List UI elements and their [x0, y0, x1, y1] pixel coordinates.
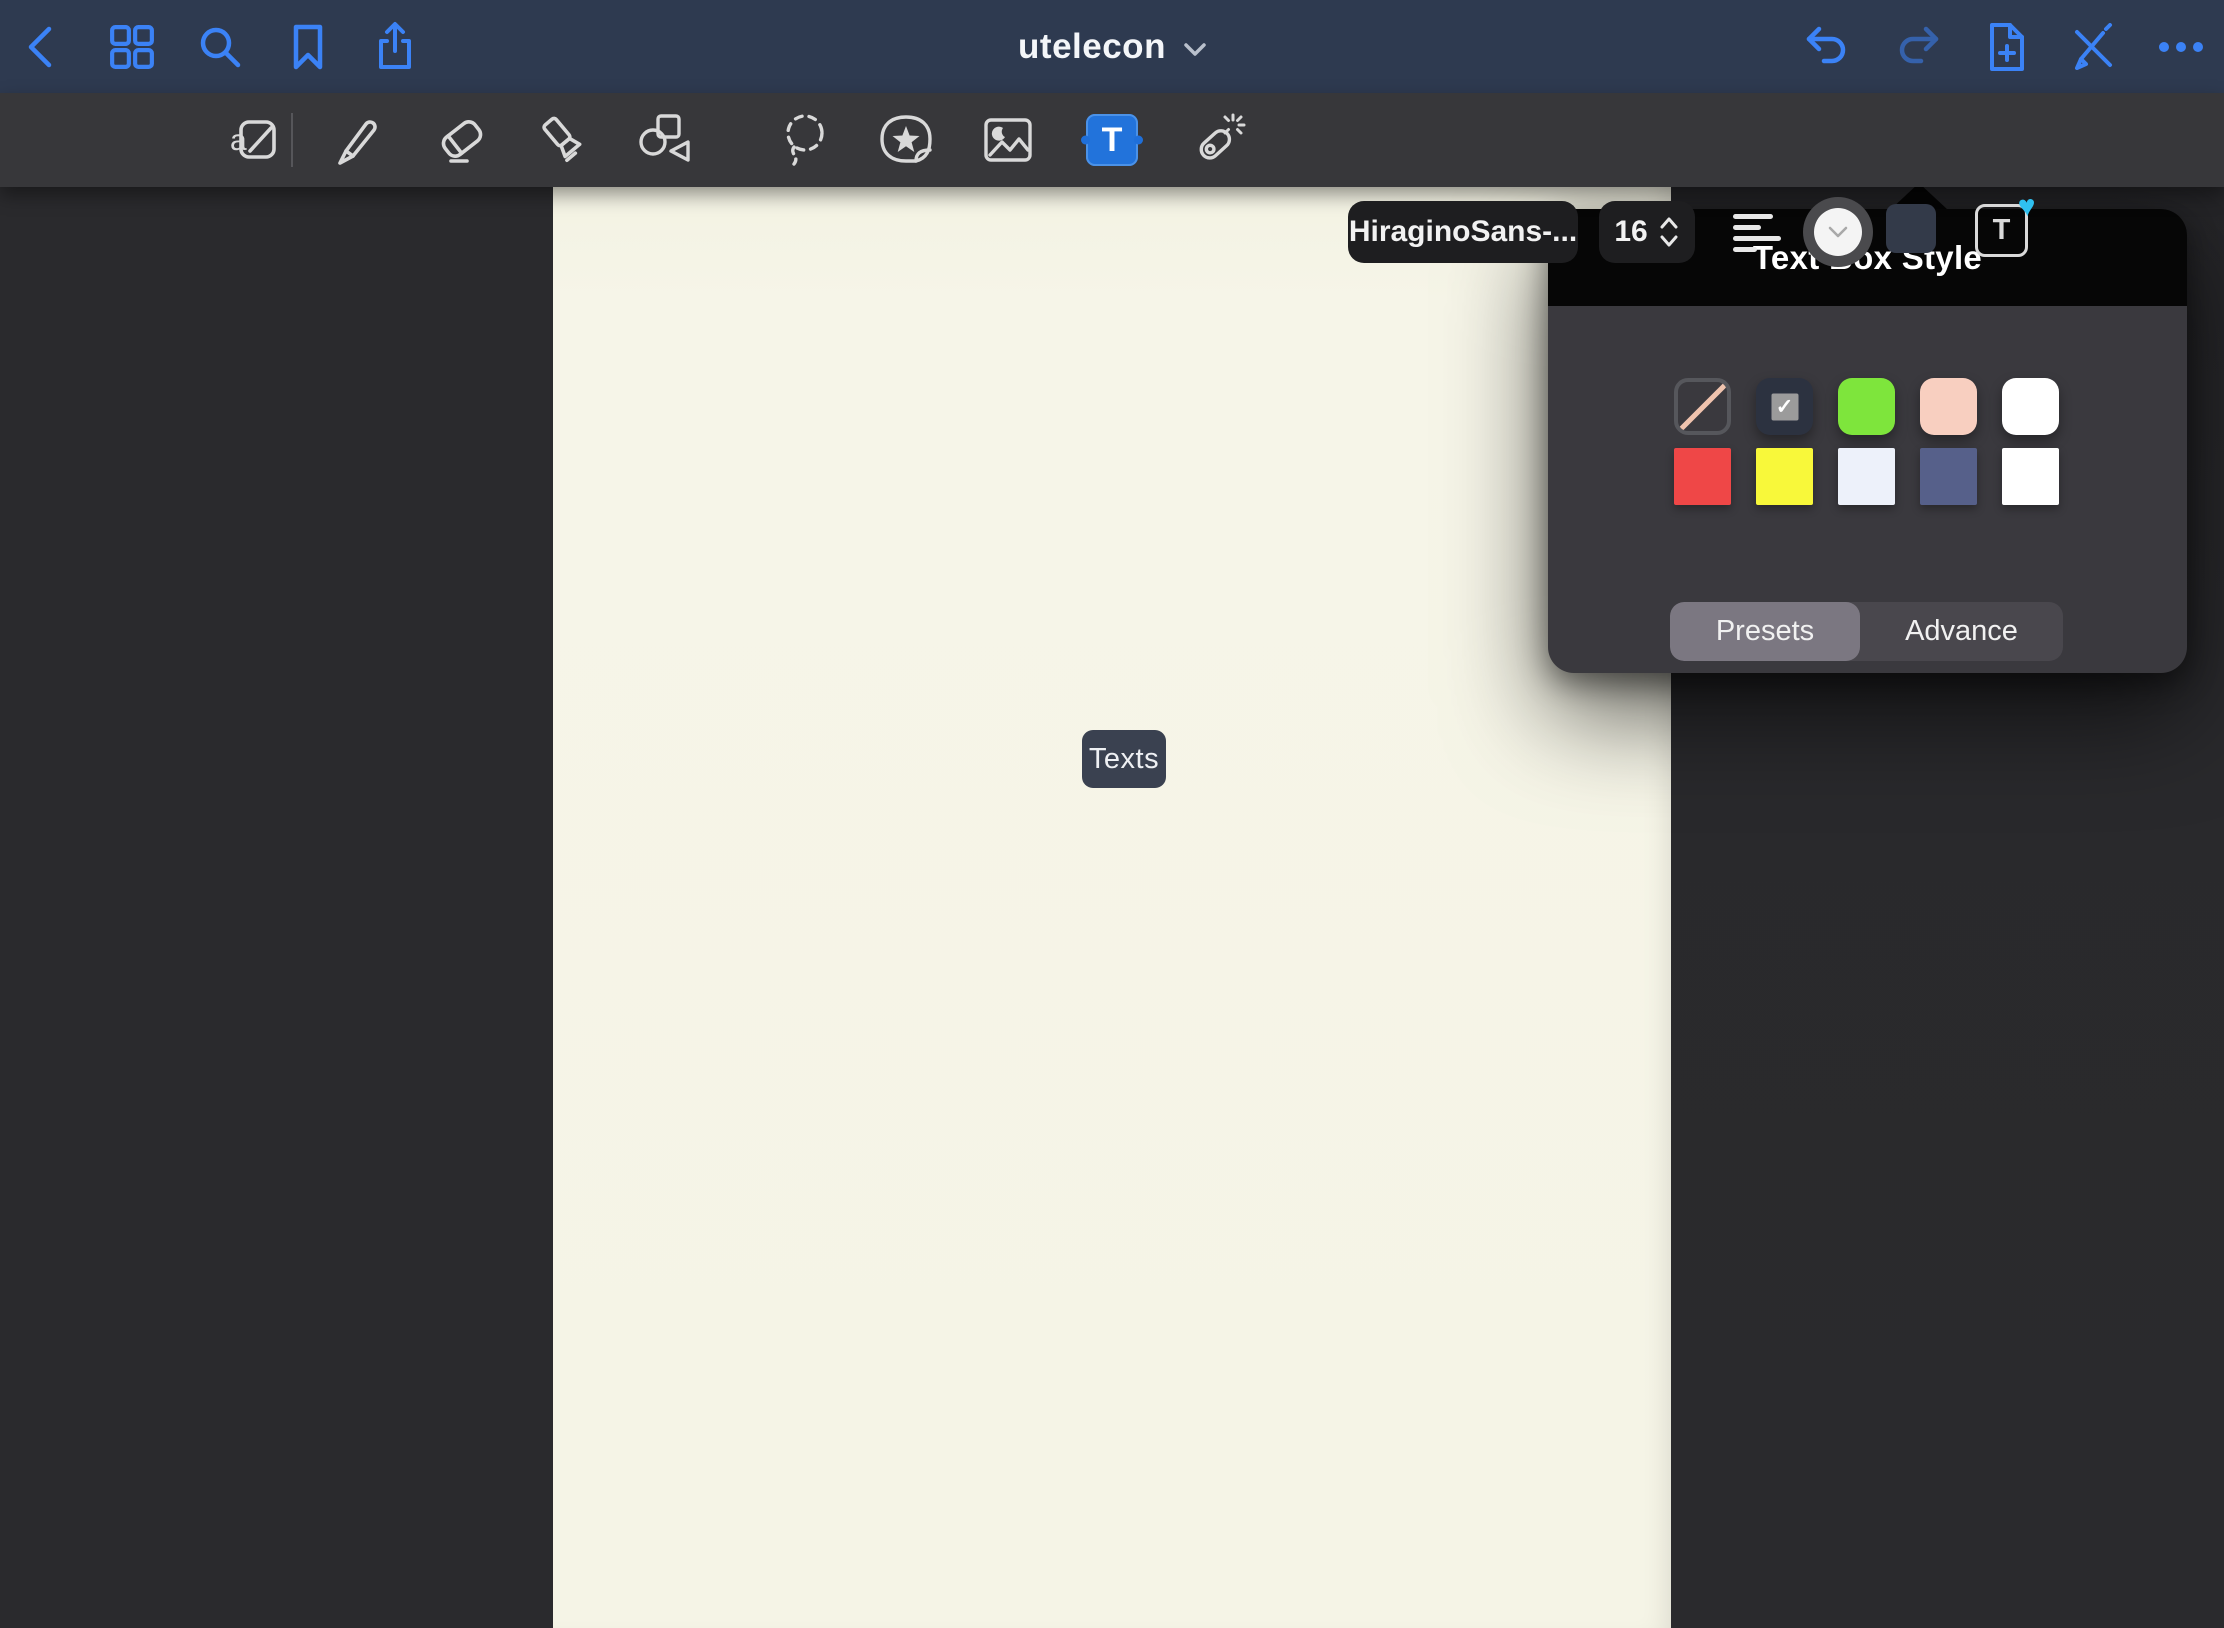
- eraser-icon: [435, 113, 489, 167]
- swatch-row-2: [1674, 448, 2059, 505]
- font-family-button[interactable]: HiraginoSans-...: [1348, 201, 1578, 263]
- style-color-tile: [1886, 204, 1936, 253]
- swatch-#ffffff[interactable]: [2002, 378, 2059, 435]
- canvas-text-box[interactable]: Texts: [1082, 730, 1166, 788]
- svg-text:a: a: [230, 124, 247, 157]
- lasso-icon: [779, 112, 833, 168]
- lasso-tool-button[interactable]: [771, 93, 841, 187]
- checkmark-icon: ✓: [1771, 393, 1798, 420]
- stepper-chevrons-icon: [1658, 214, 1680, 250]
- eraser-tool-button[interactable]: [427, 93, 497, 187]
- shapes-icon: [638, 113, 694, 167]
- highlighter-tool-button[interactable]: [528, 93, 598, 187]
- add-page-button[interactable]: [1975, 0, 2037, 93]
- document-title: utelecon: [1018, 27, 1166, 67]
- font-size-value: 16: [1614, 215, 1647, 249]
- tab-presets-label: Presets: [1716, 615, 1814, 648]
- redo-icon: [1891, 23, 1941, 71]
- image-icon: [981, 115, 1035, 165]
- current-color-swatch: [1814, 208, 1862, 256]
- highlighter-icon: [536, 113, 590, 167]
- align-line-3: [1733, 236, 1781, 241]
- font-family-label: HiraginoSans-...: [1349, 215, 1577, 249]
- redo-button[interactable]: [1885, 0, 1947, 93]
- sticker-tool-button[interactable]: [871, 93, 941, 187]
- pen-tool-button[interactable]: [321, 93, 391, 187]
- align-line-1: [1733, 214, 1773, 219]
- text-box-style-glyph: T: [1993, 214, 2011, 247]
- font-size-stepper[interactable]: 16: [1599, 201, 1695, 263]
- align-line-4: [1733, 247, 1757, 252]
- tab-advance[interactable]: Advance: [1860, 602, 2063, 661]
- swatch-row-1: ✓: [1674, 378, 2059, 435]
- swatch-#ef4747[interactable]: [1674, 448, 1731, 505]
- image-tool-button[interactable]: [973, 93, 1043, 187]
- undo-button[interactable]: [1798, 0, 1860, 93]
- laser-pointer-icon: [1189, 112, 1247, 168]
- text-box-style-popover: Text Box Style ✓ Presets Advance: [1548, 209, 2187, 673]
- selection-handle-left: [1081, 136, 1090, 145]
- text-box-style-button[interactable]: T ♥: [1972, 194, 2036, 264]
- pen-icon: [330, 114, 382, 166]
- tab-presets[interactable]: Presets: [1670, 602, 1860, 661]
- undo-icon: [1804, 23, 1854, 71]
- swatch-#f8f83a[interactable]: [1756, 448, 1813, 505]
- ellipsis-icon: [2158, 41, 2204, 53]
- readonly-mode-button[interactable]: [2062, 0, 2124, 93]
- swatch-#f8cfc0[interactable]: [1920, 378, 1977, 435]
- swatch-#edf1fa[interactable]: [1838, 448, 1895, 505]
- presets-advance-segmented-control: Presets Advance: [1670, 602, 2063, 661]
- swatch-#ffffff[interactable]: [2002, 448, 2059, 505]
- selection-handle-right: [1134, 136, 1143, 145]
- add-page-icon: [1983, 21, 2029, 73]
- tab-advance-label: Advance: [1905, 615, 2018, 648]
- edit-mode-button[interactable]: a: [220, 93, 290, 187]
- text-color-button[interactable]: [1803, 197, 1873, 267]
- title-chevron-down-icon: [1184, 43, 1206, 57]
- swatch-#56608a[interactable]: [1920, 448, 1977, 505]
- swatch-#7ee53c[interactable]: [1838, 378, 1895, 435]
- notebook-page[interactable]: Texts: [553, 187, 1671, 1628]
- color-chevron-down-icon: [1828, 226, 1848, 238]
- sticker-icon: [878, 114, 934, 166]
- laser-pointer-button[interactable]: [1183, 93, 1253, 187]
- readonly-pen-icon: [2069, 23, 2117, 71]
- shapes-tool-button[interactable]: [631, 93, 701, 187]
- no-fill-diagonal: [1677, 382, 1727, 432]
- top-navigation-bar: utelecon: [0, 0, 2224, 93]
- text-tool-button[interactable]: T: [1077, 93, 1147, 187]
- swatch-no-fill[interactable]: [1674, 378, 1731, 435]
- edit-mode-icon: a: [227, 114, 283, 166]
- text-align-button[interactable]: [1733, 186, 1799, 280]
- more-button[interactable]: [2150, 0, 2212, 93]
- align-line-2: [1733, 225, 1761, 230]
- tool-bar: a: [0, 93, 2224, 187]
- toolbar-divider: [291, 113, 293, 167]
- text-tool-selected-icon: T: [1086, 114, 1138, 166]
- swatch-selected-transparent[interactable]: ✓: [1756, 378, 1813, 435]
- canvas-text-label: Texts: [1089, 743, 1159, 776]
- text-tool-glyph: T: [1102, 121, 1123, 160]
- heart-icon: ♥: [2017, 189, 2037, 224]
